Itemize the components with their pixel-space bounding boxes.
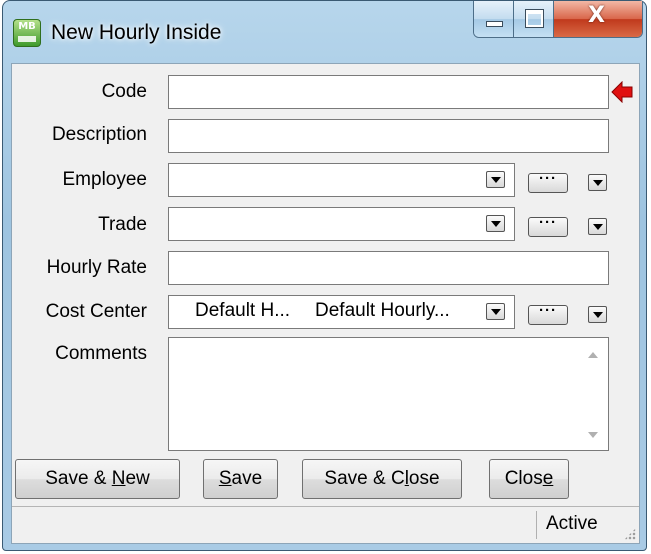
cost-center-menu-dropdown-icon[interactable] <box>588 306 607 323</box>
minimize-icon <box>486 21 503 27</box>
resize-grip-icon[interactable] <box>624 528 636 540</box>
employee-dropdown-icon[interactable] <box>486 171 505 188</box>
cost-center-name: Default Hourly... <box>315 300 450 321</box>
cost-center-label: Cost Center <box>45 301 147 322</box>
scroll-up-icon[interactable] <box>588 352 598 358</box>
dialog-body: Code Description Employee ··· Trade ··· … <box>11 63 640 544</box>
status-separator <box>536 511 537 539</box>
cost-center-code: Default H... <box>195 300 291 321</box>
required-arrow-icon <box>611 81 633 103</box>
employee-menu-dropdown-icon[interactable] <box>588 174 607 191</box>
maximize-icon <box>525 9 544 28</box>
description-label: Description <box>51 124 147 145</box>
title-bar[interactable]: MB New Hourly Inside X <box>3 1 646 65</box>
cost-center-lookup-button[interactable]: ··· <box>528 303 568 325</box>
window-title: New Hourly Inside <box>51 21 222 44</box>
close-button[interactable]: Close <box>489 459 569 499</box>
trade-select[interactable] <box>168 207 515 241</box>
hourly-rate-input[interactable] <box>168 251 609 285</box>
description-input[interactable] <box>168 119 609 153</box>
maximize-button[interactable] <box>514 1 554 37</box>
comments-textarea[interactable] <box>168 337 609 451</box>
window-controls: X <box>473 1 643 38</box>
scroll-down-icon[interactable] <box>588 432 598 438</box>
code-label: Code <box>101 81 147 102</box>
code-input[interactable] <box>168 75 609 109</box>
employee-lookup-button[interactable]: ··· <box>528 171 568 193</box>
save-and-close-button[interactable]: Save & Close <box>302 459 462 499</box>
close-window-button[interactable]: X <box>554 1 642 37</box>
comments-label: Comments <box>55 343 147 364</box>
trade-lookup-button[interactable]: ··· <box>528 215 568 237</box>
hourly-rate-label: Hourly Rate <box>46 257 147 278</box>
save-and-new-button[interactable]: Save & New <box>15 459 180 499</box>
cost-center-select[interactable]: Default H... Default Hourly... <box>168 295 515 329</box>
status-bar: Active <box>12 506 639 543</box>
cost-center-dropdown-icon[interactable] <box>486 303 505 320</box>
minimize-button[interactable] <box>474 1 514 37</box>
trade-menu-dropdown-icon[interactable] <box>588 218 607 235</box>
employee-select[interactable] <box>168 163 515 197</box>
save-button[interactable]: Save <box>203 459 278 499</box>
dialog-window: MB New Hourly Inside X Code Description … <box>2 0 647 551</box>
employee-label: Employee <box>62 169 148 190</box>
close-icon: X <box>588 3 605 28</box>
app-icon: MB <box>13 19 41 47</box>
trade-label: Trade <box>98 214 147 235</box>
trade-dropdown-icon[interactable] <box>486 215 505 232</box>
status-text: Active <box>546 513 598 534</box>
